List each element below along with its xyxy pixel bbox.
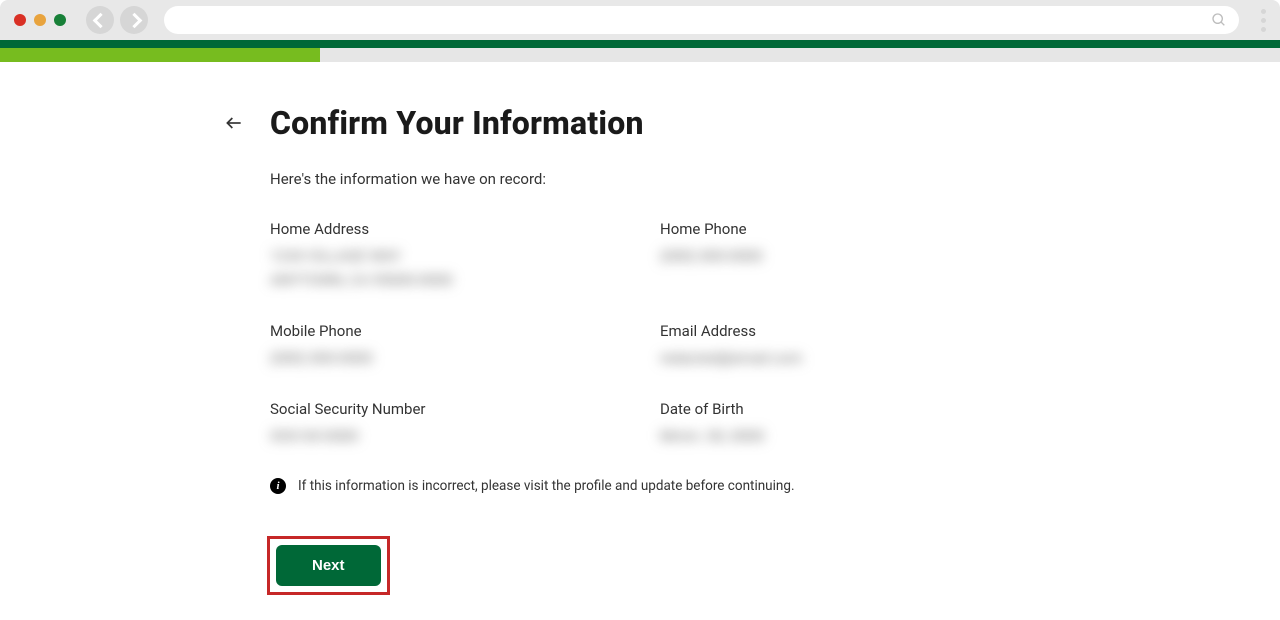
field-value: (000) 000-0000: [660, 244, 1010, 268]
arrow-left-icon: [224, 113, 244, 133]
page-title: Confirm Your Information: [270, 104, 644, 142]
progress-bar: [0, 48, 1280, 62]
field-label: Social Security Number: [270, 400, 620, 418]
browser-menu-button[interactable]: [1261, 9, 1266, 32]
browser-nav: [86, 6, 148, 34]
brand-stripe: [0, 40, 1280, 48]
field-mobile-phone: Mobile Phone (000) 000-0000: [270, 322, 620, 370]
forward-button[interactable]: [120, 6, 148, 34]
field-label: Mobile Phone: [270, 322, 620, 340]
browser-chrome: [0, 0, 1280, 40]
info-grid: Home Address 1234 VILLAGE WAY ANYTOWN, C…: [270, 220, 1010, 448]
progress-bar-fill: [0, 48, 320, 62]
field-dob: Date of Birth Mmm. 00, 0000: [660, 400, 1010, 448]
close-window-icon[interactable]: [14, 14, 26, 26]
tutorial-highlight: Next: [267, 536, 390, 595]
field-value: Mmm. 00, 0000: [660, 424, 1010, 448]
field-value: 1234 VILLAGE WAY ANYTOWN, CA 95000-0000: [270, 244, 620, 292]
page-body: Confirm Your Information Here's the info…: [0, 62, 1280, 595]
field-label: Date of Birth: [660, 400, 1010, 418]
field-value: redacted@email.com: [660, 346, 1010, 370]
back-button[interactable]: [86, 6, 114, 34]
search-icon: [1211, 12, 1227, 28]
info-note-row: i If this information is incorrect, plea…: [270, 478, 1010, 494]
url-bar[interactable]: [164, 6, 1239, 34]
field-home-address: Home Address 1234 VILLAGE WAY ANYTOWN, C…: [270, 220, 620, 292]
field-label: Home Phone: [660, 220, 1010, 238]
field-label: Home Address: [270, 220, 620, 238]
field-home-phone: Home Phone (000) 000-0000: [660, 220, 1010, 292]
field-value: XXX-XX-0000: [270, 424, 620, 448]
back-arrow-button[interactable]: [224, 113, 244, 133]
next-button[interactable]: Next: [276, 545, 381, 586]
window-controls: [14, 14, 66, 26]
info-note-text: If this information is incorrect, please…: [298, 478, 795, 494]
page-subtitle: Here's the information we have on record…: [270, 170, 1010, 188]
field-value: (000) 000-0000: [270, 346, 620, 370]
field-email: Email Address redacted@email.com: [660, 322, 1010, 370]
field-ssn: Social Security Number XXX-XX-0000: [270, 400, 620, 448]
maximize-window-icon[interactable]: [54, 14, 66, 26]
field-label: Email Address: [660, 322, 1010, 340]
minimize-window-icon[interactable]: [34, 14, 46, 26]
info-icon: i: [270, 478, 286, 494]
